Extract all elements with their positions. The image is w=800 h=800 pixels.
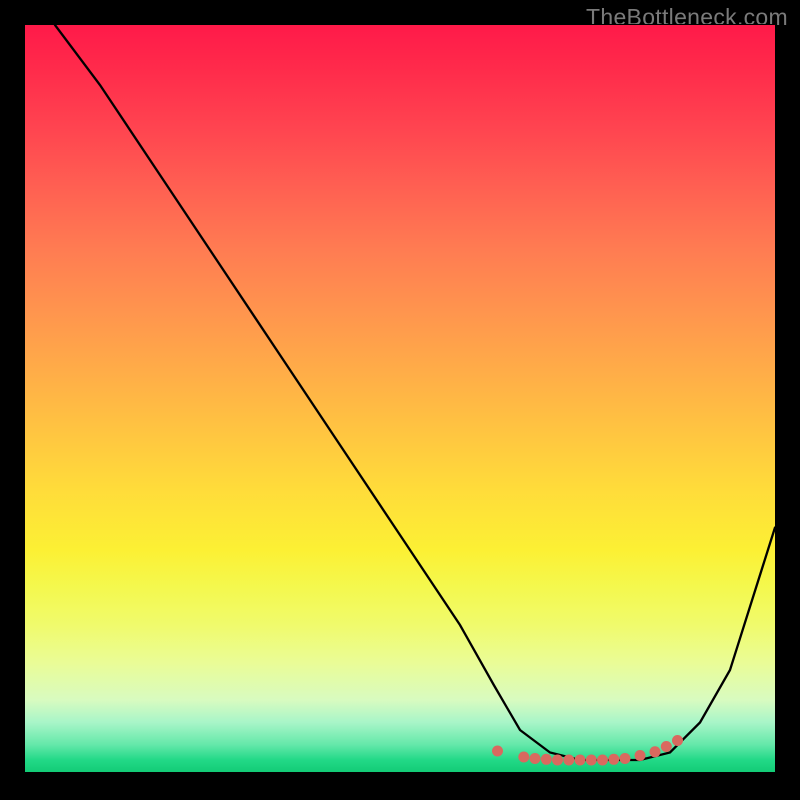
- optimal-dot: [518, 752, 529, 763]
- optimal-dot: [563, 755, 574, 766]
- axis-baseline: [25, 772, 775, 775]
- plot-frame: [24, 24, 776, 776]
- optimal-dot: [650, 746, 661, 757]
- optimal-dots-group: [492, 735, 683, 766]
- optimal-dot: [620, 753, 631, 764]
- optimal-dot: [597, 755, 608, 766]
- optimal-dot: [492, 746, 503, 757]
- optimal-dot: [608, 754, 619, 765]
- chart-container: TheBottleneck.com: [0, 0, 800, 800]
- optimal-dot: [586, 755, 597, 766]
- bottleneck-curve: [55, 25, 775, 760]
- optimal-dot: [552, 755, 563, 766]
- chart-svg: [25, 25, 775, 775]
- optimal-dot: [575, 755, 586, 766]
- optimal-dot: [661, 741, 672, 752]
- curve-line: [55, 25, 775, 760]
- optimal-dot: [635, 750, 646, 761]
- optimal-dot: [672, 735, 683, 746]
- optimal-dot: [541, 754, 552, 765]
- optimal-dot: [530, 753, 541, 764]
